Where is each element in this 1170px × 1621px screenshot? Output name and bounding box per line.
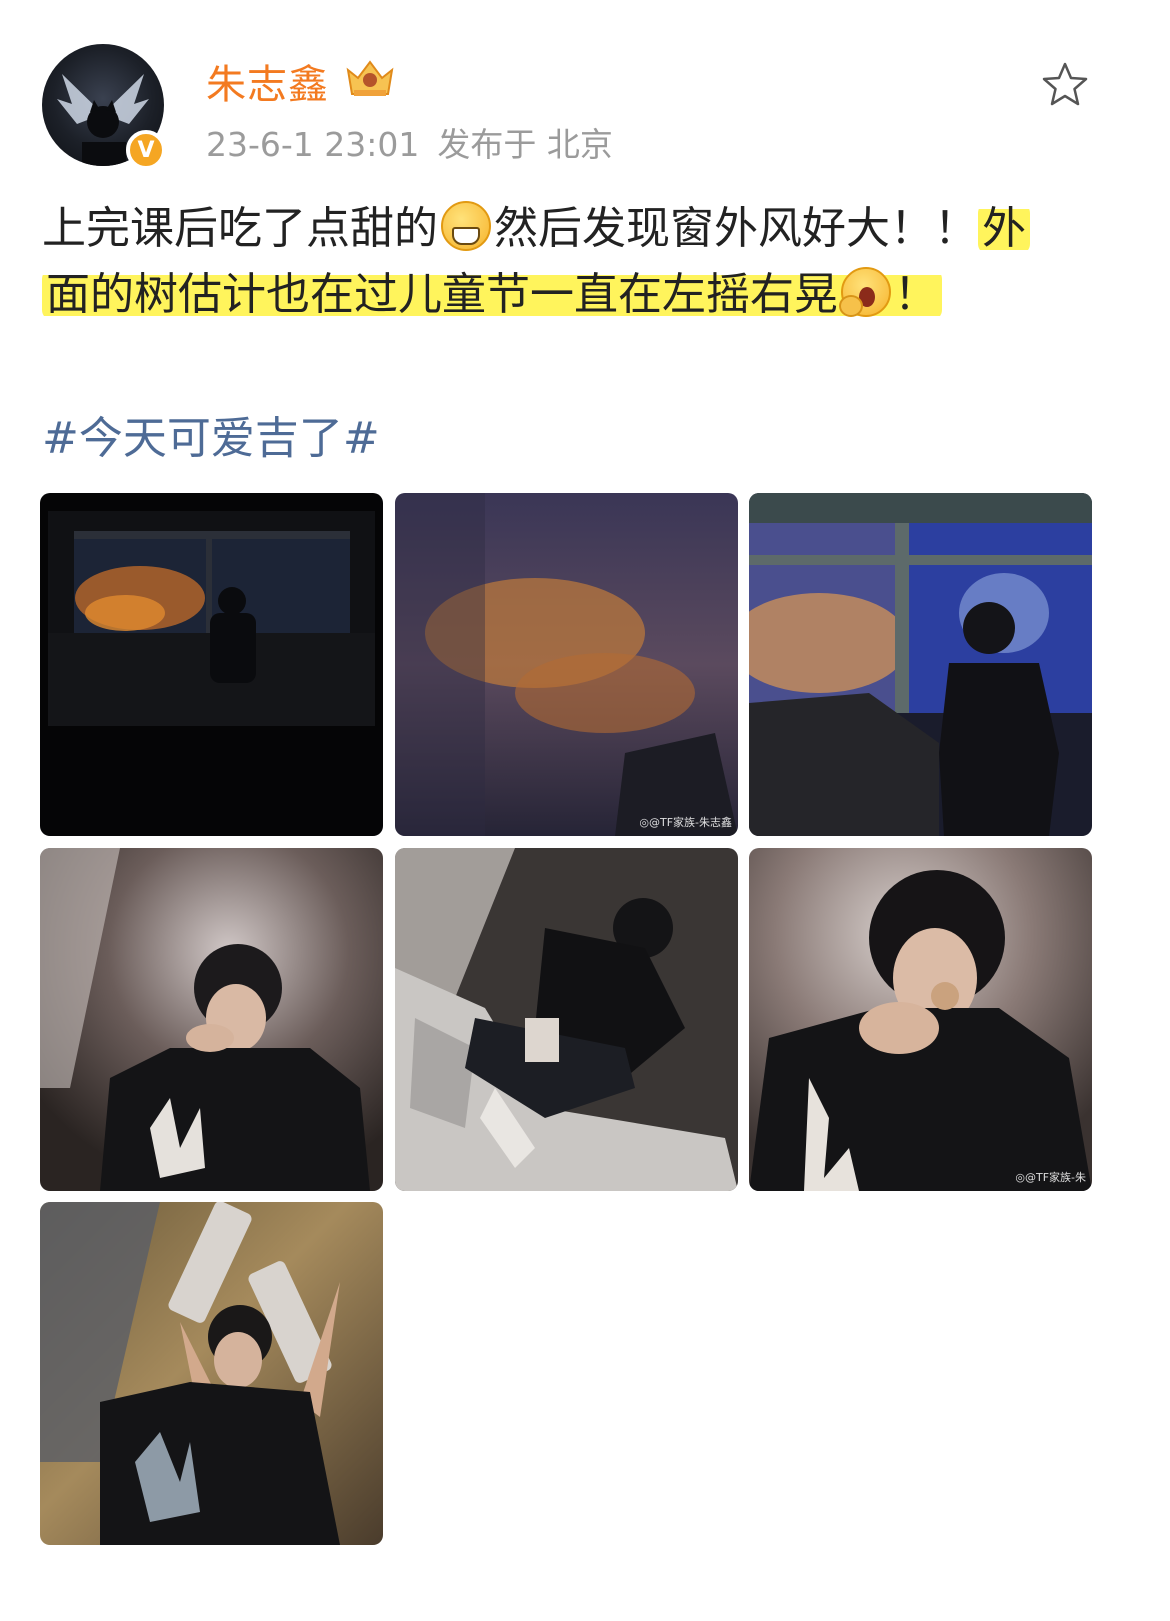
post-text-end: ！	[894, 269, 938, 320]
crown-icon	[346, 60, 394, 96]
photo-4-image	[40, 848, 383, 1191]
highlight-1: 外	[978, 203, 1030, 254]
photo-6-image	[749, 848, 1092, 1191]
post-meta: 23-6-1 23:01 发布于 北京	[206, 118, 631, 166]
author-name[interactable]: 朱志鑫	[206, 52, 329, 110]
photo-3[interactable]	[749, 493, 1092, 836]
post-location: 发布于 北京	[437, 125, 613, 164]
post-date: 23-6-1 23:01	[206, 125, 420, 164]
grin-emoji-icon	[441, 201, 491, 251]
yawn-emoji-icon	[839, 267, 891, 317]
photo-2-watermark: ◎@TF家族-朱志鑫	[639, 816, 732, 829]
photo-1-image	[40, 493, 383, 836]
verified-badge-icon: V	[126, 130, 166, 170]
photo-2-image	[395, 493, 738, 836]
photo-7-image	[40, 1202, 383, 1545]
post-text-part1: 上完课后吃了点甜的	[42, 203, 438, 254]
photo-6[interactable]: ◎@TF家族-朱	[749, 848, 1092, 1191]
highlight-2: 面的树估计也在过儿童节一直在左摇右晃 ！	[42, 267, 942, 320]
star-icon[interactable]	[1040, 60, 1090, 110]
post-text-part2: 然后发现窗外风好大！！	[494, 203, 978, 254]
photo-6-watermark: ◎@TF家族-朱	[1015, 1171, 1086, 1184]
photo-3-image	[749, 493, 1092, 836]
photo-2[interactable]: ◎@TF家族-朱志鑫	[395, 493, 738, 836]
photo-5-image	[395, 848, 738, 1191]
highlight-2-text: 面的树估计也在过儿童节一直在左摇右晃	[46, 269, 838, 320]
hashtag-link[interactable]: #今天可爱吉了#	[42, 402, 380, 466]
photo-1[interactable]	[40, 493, 383, 836]
photo-7[interactable]	[40, 1202, 383, 1545]
post-text: 上完课后吃了点甜的 然后发现窗外风好大！！外面的树估计也在过儿童节一直在左摇右晃 ！	[42, 196, 1122, 328]
photo-5[interactable]	[395, 848, 738, 1191]
photo-4[interactable]	[40, 848, 383, 1191]
